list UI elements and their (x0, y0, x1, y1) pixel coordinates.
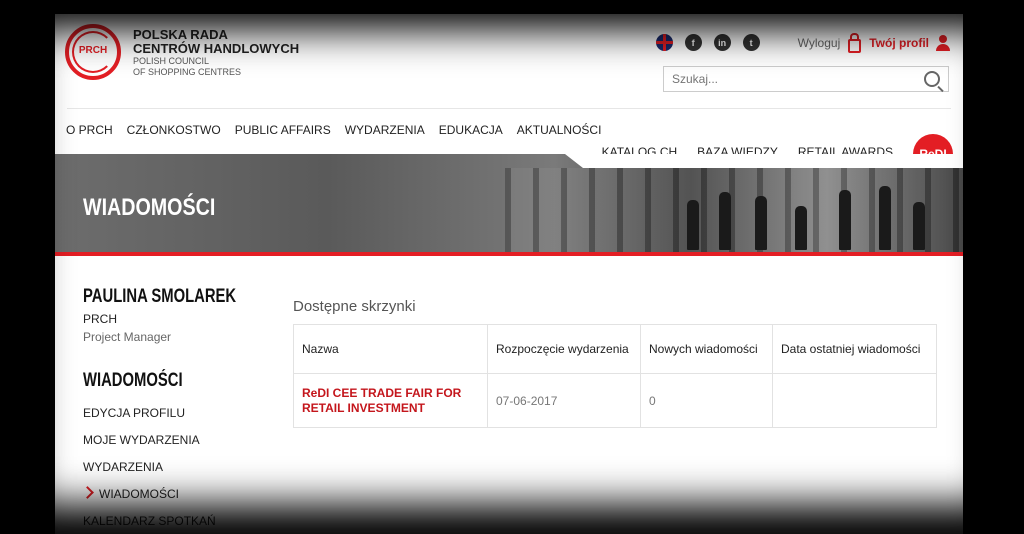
banner-photo (505, 168, 963, 252)
mailbox-start-date: 07-06-2017 (487, 373, 641, 428)
banner-person (719, 192, 731, 250)
nav-item-edukacja[interactable]: EDUKACJA (439, 123, 503, 137)
banner-notch (565, 154, 963, 168)
mailbox-name-link[interactable]: ReDI CEE TRADE FAIR FOR RETAIL INVESTMEN… (293, 373, 488, 428)
page: PRCH POLSKA RADA CENTRÓW HANDLOWYCH POLI… (55, 14, 963, 534)
mailbox-new-count: 0 (640, 373, 773, 428)
table-row[interactable]: ReDI CEE TRADE FAIR FOR RETAIL INVESTMEN… (293, 373, 937, 428)
logo-line-3: POLISH COUNCIL (133, 55, 210, 66)
user-name: PAULINA SMOLAREK (83, 286, 237, 307)
sidebar-heading: WIADOMOŚCI (83, 370, 183, 391)
header-divider (67, 108, 951, 109)
banner-title: WIADOMOŚCI (83, 194, 216, 221)
facebook-icon[interactable]: f (684, 34, 702, 51)
logo-mark-text: PRCH (78, 45, 108, 56)
sidebar-item-wydarzenia[interactable]: WYDARZENIA (83, 460, 216, 487)
profile-link[interactable]: Twój profil (869, 36, 929, 50)
lock-icon (848, 32, 862, 53)
linkedin-icon[interactable]: in (713, 34, 731, 51)
nav-item-aktualnosci[interactable]: AKTUALNOŚCI (517, 123, 602, 137)
banner-person (879, 186, 891, 250)
banner-accent-bar (55, 252, 963, 256)
logo-line-1: POLSKA RADA (133, 26, 228, 42)
user-organization: PRCH (83, 312, 118, 326)
banner-person (839, 190, 851, 250)
user-role: Project Manager (83, 330, 172, 344)
logo-line-4: OF SHOPPING CENTRES (133, 66, 242, 77)
nav-item-public-affairs[interactable]: PUBLIC AFFAIRS (235, 123, 331, 137)
mailboxes-table: Nazwa Rozpoczęcie wydarzenia Nowych wiad… (293, 324, 937, 428)
user-icon[interactable] (935, 34, 951, 51)
sidebar-menu: EDYCJA PROFILU MOJE WYDARZENIA WYDARZENI… (81, 406, 216, 534)
mailboxes-heading: Dostępne skrzynki (293, 298, 416, 315)
logo-wordmark: POLSKA RADA CENTRÓW HANDLOWYCH POLISH CO… (133, 28, 299, 77)
sidebar-item-label: WIADOMOŚCI (99, 487, 179, 501)
column-header-last: Data ostatniej wiadomości (772, 324, 937, 374)
logout-link[interactable]: Wyloguj (798, 36, 841, 50)
header-utility-bar: f in t Wyloguj Twój profil (644, 32, 951, 53)
main-nav: O PRCH CZŁONKOSTWO PUBLIC AFFAIRS WYDARZ… (66, 123, 615, 137)
search-input[interactable] (664, 67, 920, 91)
banner-person (687, 200, 699, 250)
sidebar-item-edycja-profilu[interactable]: EDYCJA PROFILU (83, 406, 216, 433)
nav-item-wydarzenia[interactable]: WYDARZENIA (345, 123, 425, 137)
table-header-row: Nazwa Rozpoczęcie wydarzenia Nowych wiad… (293, 324, 937, 374)
chevron-right-icon (81, 486, 94, 499)
column-header-start: Rozpoczęcie wydarzenia (487, 324, 641, 374)
logo-mark: PRCH (65, 24, 121, 80)
sidebar-item-moje-wydarzenia[interactable]: MOJE WYDARZENIA (83, 433, 216, 460)
column-header-new: Nowych wiadomości (640, 324, 773, 374)
page-banner: WIADOMOŚCI (55, 154, 963, 252)
mailbox-last-date (772, 373, 937, 428)
prch-logo[interactable]: PRCH POLSKA RADA CENTRÓW HANDLOWYCH POLI… (65, 24, 299, 80)
sidebar-item-kalendarz-spotkan[interactable]: KALENDARZ SPOTKAŃ (83, 514, 216, 534)
search-box (663, 66, 949, 92)
banner-person (795, 206, 807, 250)
sidebar-item-wiadomosci[interactable]: WIADOMOŚCI (81, 486, 216, 514)
nav-item-czlonkostwo[interactable]: CZŁONKOSTWO (127, 123, 221, 137)
banner-person (913, 202, 925, 250)
search-icon[interactable] (924, 71, 940, 87)
twitter-icon[interactable]: t (742, 34, 760, 51)
logo-line-2: CENTRÓW HANDLOWYCH (133, 40, 300, 56)
nav-item-o-prch[interactable]: O PRCH (66, 123, 113, 137)
banner-person (755, 196, 767, 250)
english-flag-icon[interactable] (655, 34, 673, 51)
column-header-name: Nazwa (293, 324, 488, 374)
